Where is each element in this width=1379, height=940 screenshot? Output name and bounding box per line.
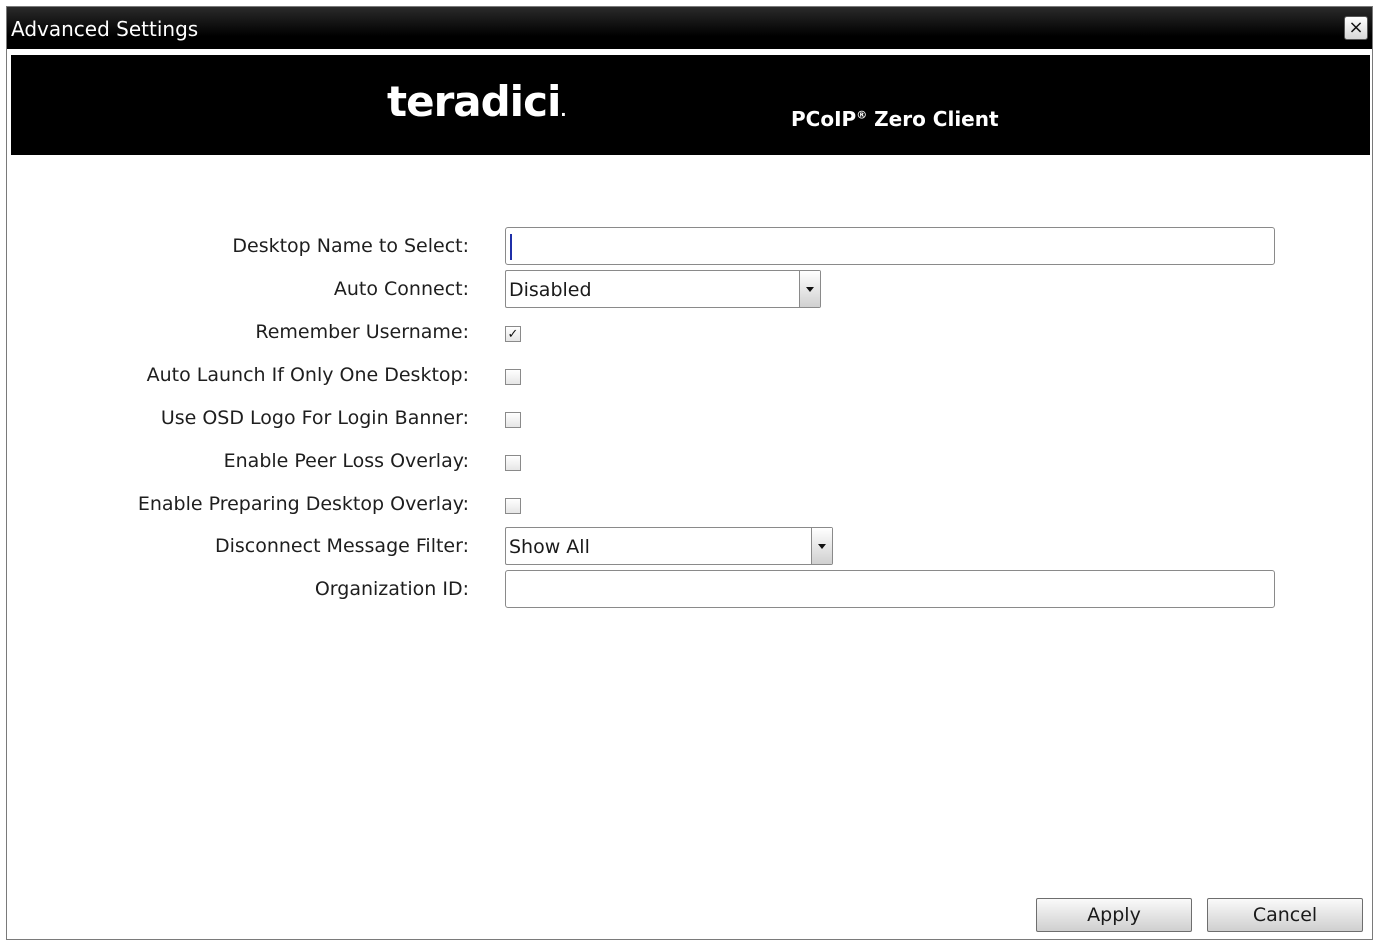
organization-id-row: Organization ID: <box>7 570 1372 610</box>
auto-launch-row: Auto Launch If Only One Desktop: <box>7 356 1372 396</box>
preparing-overlay-row: Enable Preparing Desktop Overlay: <box>7 485 1372 525</box>
disconnect-filter-select[interactable]: Show All <box>505 527 833 565</box>
preparing-overlay-checkbox[interactable] <box>505 498 521 514</box>
chevron-down-icon[interactable] <box>799 271 820 307</box>
close-icon: × <box>1348 17 1364 38</box>
auto-connect-value: Disabled <box>509 279 592 301</box>
organization-id-input[interactable] <box>505 570 1275 608</box>
brand-banner: teradici. PCoIP® Zero Client <box>11 55 1370 155</box>
product-label: PCoIP <box>791 107 857 131</box>
remember-username-label: Remember Username: <box>255 321 469 343</box>
auto-launch-label: Auto Launch If Only One Desktop: <box>146 364 469 386</box>
apply-button[interactable]: Apply <box>1036 898 1192 932</box>
text-caret <box>510 234 512 260</box>
peer-loss-label: Enable Peer Loss Overlay: <box>223 450 469 472</box>
dialog-title: Advanced Settings <box>11 17 199 41</box>
cancel-button[interactable]: Cancel <box>1207 898 1363 932</box>
title-bar: Advanced Settings × <box>7 7 1372 49</box>
disconnect-filter-value: Show All <box>509 536 590 558</box>
osd-logo-checkbox[interactable] <box>505 412 521 428</box>
desktop-name-row: Desktop Name to Select: <box>7 227 1372 267</box>
peer-loss-row: Enable Peer Loss Overlay: <box>7 442 1372 482</box>
teradici-logo: teradici. <box>387 77 566 126</box>
auto-connect-label: Auto Connect: <box>333 278 469 300</box>
remember-username-checkbox[interactable]: ✓ <box>505 326 521 342</box>
disconnect-filter-row: Disconnect Message Filter: Show All <box>7 527 1372 567</box>
preparing-overlay-label: Enable Preparing Desktop Overlay: <box>137 493 469 515</box>
osd-logo-label: Use OSD Logo For Login Banner: <box>160 407 469 429</box>
auto-connect-select[interactable]: Disabled <box>505 270 821 308</box>
auto-connect-row: Auto Connect: Disabled <box>7 270 1372 310</box>
osd-logo-row: Use OSD Logo For Login Banner: <box>7 399 1372 439</box>
logo-dot: . <box>560 101 566 120</box>
desktop-name-input[interactable] <box>505 227 1275 265</box>
product-name: PCoIP® Zero Client <box>791 107 999 131</box>
chevron-down-icon[interactable] <box>811 528 832 564</box>
product-suffix: Zero Client <box>867 107 999 131</box>
close-button[interactable]: × <box>1344 16 1368 40</box>
peer-loss-checkbox[interactable] <box>505 455 521 471</box>
remember-username-row: Remember Username: ✓ <box>7 313 1372 353</box>
registered-mark: ® <box>856 108 868 122</box>
desktop-name-label: Desktop Name to Select: <box>232 235 469 257</box>
logo-text: teradici <box>387 77 561 126</box>
advanced-settings-dialog: Advanced Settings × teradici. PCoIP® Zer… <box>6 6 1373 940</box>
organization-id-label: Organization ID: <box>314 578 469 600</box>
disconnect-filter-label: Disconnect Message Filter: <box>214 535 469 557</box>
check-icon: ✓ <box>507 326 519 342</box>
auto-launch-checkbox[interactable] <box>505 369 521 385</box>
